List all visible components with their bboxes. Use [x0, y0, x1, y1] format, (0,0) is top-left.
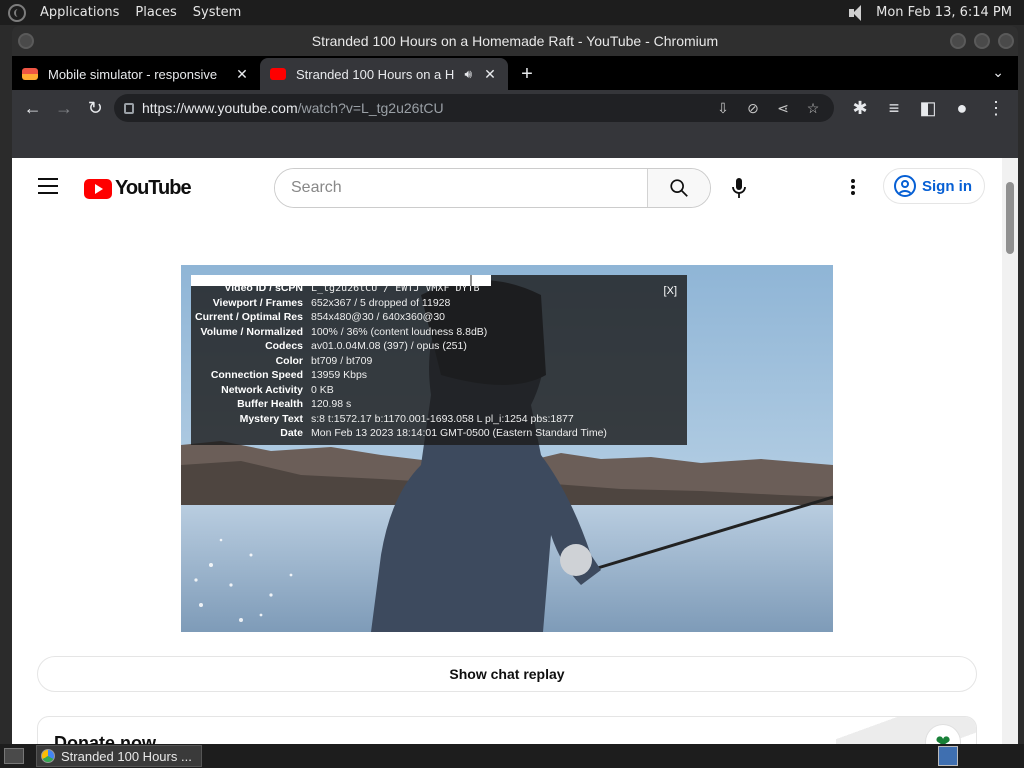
- close-tab-icon[interactable]: ✕: [234, 66, 250, 83]
- system-menu[interactable]: System: [185, 0, 249, 25]
- clock[interactable]: Mon Feb 13, 6:14 PM: [876, 5, 1012, 20]
- video-player[interactable]: [X] Video ID / sCPN L_tg2u26tCU / EWTJ VM…: [181, 265, 833, 632]
- settings-dots-icon[interactable]: [848, 177, 858, 197]
- stat-row: Mystery Text s:8 t:1572.17 b:1170.001-169…: [239, 412, 574, 425]
- profile-avatar-icon[interactable]: ●: [948, 94, 976, 122]
- network-activity-value: 0 KB: [311, 383, 334, 396]
- maximize-icon[interactable]: [974, 33, 990, 49]
- search-input[interactable]: [275, 169, 647, 207]
- stat-row: Codecs av01.0.04M.08 (397) / opus (251): [265, 340, 467, 353]
- places-menu[interactable]: Places: [127, 0, 184, 25]
- window-menu-icon[interactable]: [18, 33, 34, 49]
- stat-row: Date Mon Feb 13 2023 18:14:01 GMT-0500 (E…: [280, 427, 607, 440]
- top-panel: Applications Places System Mon Feb 13, 6…: [0, 0, 1024, 25]
- tab-label: Mobile simulator - responsive: [48, 66, 218, 82]
- connection-speed-value: 13959 Kbps: [311, 369, 368, 382]
- show-desktop-icon[interactable]: [4, 748, 24, 764]
- close-tab-icon[interactable]: ✕: [482, 66, 498, 83]
- search-button[interactable]: [647, 169, 710, 207]
- stat-row: Buffer Health 120.98 s: [191, 275, 687, 412]
- browser-toolbar: ← → ↻ https://www.youtube.com/watch?v=L_…: [12, 90, 1018, 126]
- side-panel-icon[interactable]: ◧: [914, 94, 942, 122]
- stat-row: Color bt709 / bt709: [275, 354, 373, 367]
- new-tab-button[interactable]: +: [512, 58, 542, 90]
- stat-row: Network Activity 0 KB: [191, 275, 687, 398]
- search-icon: [670, 179, 688, 197]
- bookmark-bar: [12, 126, 1018, 162]
- address-bar[interactable]: https://www.youtube.com/watch?v=L_tg2u26…: [113, 94, 834, 122]
- taskbar-window-button[interactable]: Stranded 100 Hours ...: [36, 745, 202, 767]
- voice-search-button[interactable]: [726, 175, 752, 201]
- bottom-taskbar: Stranded 100 Hours ...: [0, 744, 1024, 768]
- close-window-icon[interactable]: [998, 33, 1014, 49]
- show-chat-replay-button[interactable]: Show chat replay: [37, 656, 977, 692]
- url-text[interactable]: https://www.youtube.com/watch?v=L_tg2u26…: [142, 100, 704, 116]
- bookmark-star-icon[interactable]: ☆: [802, 100, 824, 117]
- buffer-health-value: 120.98 s: [311, 398, 352, 411]
- donate-title: Donate now: [54, 733, 156, 744]
- page-scrollbar[interactable]: [1002, 158, 1018, 744]
- sign-in-button[interactable]: Sign in: [883, 168, 985, 204]
- lock-icon[interactable]: [123, 102, 134, 114]
- media-control-icon[interactable]: ≡: [880, 94, 908, 122]
- search-box: [274, 168, 711, 208]
- youtube-header: YouTube Sign in: [12, 158, 1002, 216]
- donate-card[interactable]: Donate now ❤: [37, 716, 977, 744]
- tab-strip: Mobile simulator - responsive ✕ Stranded…: [12, 56, 1018, 90]
- applications-menu[interactable]: Applications: [32, 0, 127, 25]
- install-app-icon[interactable]: ⇩: [712, 100, 734, 117]
- window-titlebar[interactable]: Stranded 100 Hours on a Homemade Raft - …: [12, 26, 1018, 56]
- chromium-icon: [41, 749, 55, 763]
- window-title: Stranded 100 Hours on a Homemade Raft - …: [311, 33, 719, 49]
- chrome-menu-icon[interactable]: ⋮: [982, 94, 1010, 122]
- tab-label: Stranded 100 Hours on a H: [296, 66, 455, 82]
- volume-icon[interactable]: [846, 4, 868, 22]
- back-button[interactable]: ←: [20, 94, 45, 122]
- stats-close-button[interactable]: [X]: [664, 285, 677, 297]
- stats-for-nerds-panel: [X] Video ID / sCPN L_tg2u26tCU / EWTJ VM…: [191, 275, 687, 445]
- reload-button[interactable]: ↻: [83, 94, 108, 122]
- stat-row: Current / Optimal Res 854x480@30 / 640x36…: [195, 311, 446, 324]
- tab-youtube[interactable]: Stranded 100 Hours on a H 🔊︎ ✕: [260, 58, 508, 90]
- share-icon[interactable]: ⋖: [772, 100, 794, 117]
- workspace-switcher[interactable]: [938, 746, 958, 766]
- forward-button[interactable]: →: [51, 94, 76, 122]
- buffer-health-bar: [191, 275, 491, 286]
- hamburger-menu-icon[interactable]: [38, 178, 58, 194]
- stat-row: Viewport / Frames 652x367 / 5 dropped of …: [212, 296, 451, 309]
- account-icon: [894, 175, 916, 197]
- extensions-icon[interactable]: ✱: [846, 94, 874, 122]
- stat-row: Volume / Normalized 100% / 36% (content l…: [200, 325, 488, 338]
- tracking-hidden-icon[interactable]: ⊘: [742, 100, 764, 117]
- tab-search-chevron-icon[interactable]: ⌄: [992, 64, 1004, 81]
- youtube-favicon: [270, 68, 286, 80]
- audio-playing-icon[interactable]: 🔊︎: [464, 67, 472, 82]
- microphone-icon: [732, 178, 746, 198]
- scrollbar-thumb[interactable]: [1006, 182, 1014, 254]
- youtube-play-icon: [84, 178, 112, 199]
- gnome-foot-icon[interactable]: [8, 3, 26, 22]
- mobile-simulator-favicon: [22, 68, 38, 80]
- tab-mobile-simulator[interactable]: Mobile simulator - responsive ✕: [12, 58, 260, 90]
- browser-window: Stranded 100 Hours on a Homemade Raft - …: [12, 26, 1018, 744]
- minimize-icon[interactable]: [950, 33, 966, 49]
- youtube-page: YouTube Sign in: [12, 158, 1018, 744]
- stat-row: Connection Speed 13959 Kbps: [191, 275, 687, 383]
- youtube-logo[interactable]: YouTube: [84, 177, 192, 200]
